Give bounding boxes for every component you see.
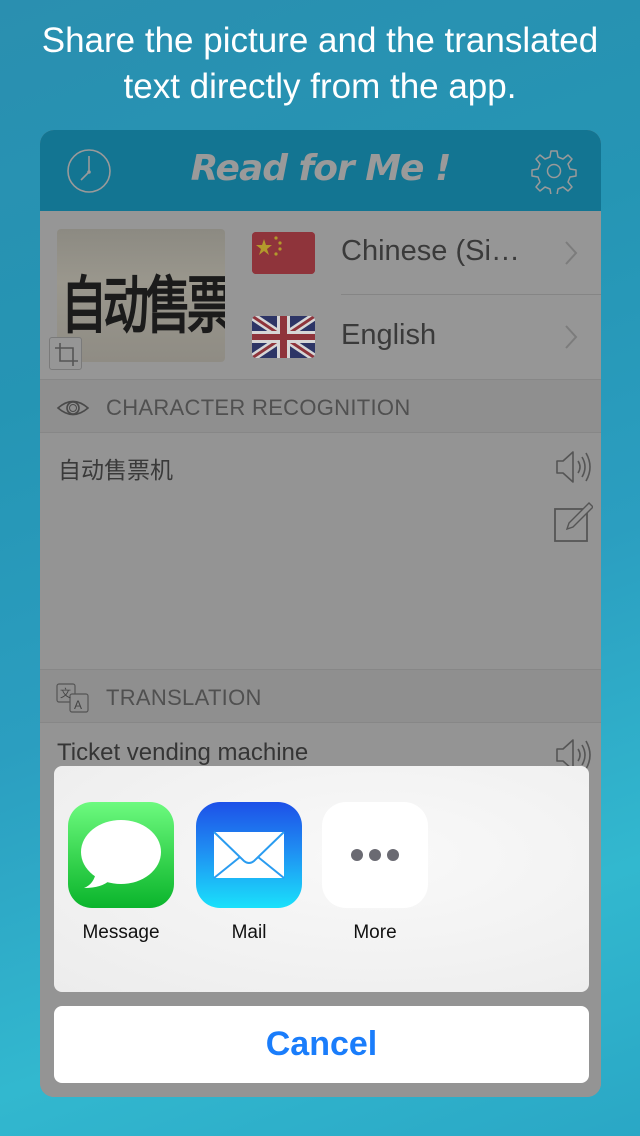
chevron-right-icon [565,241,578,265]
app-title: Read for Me ! [190,148,452,189]
recognition-text-area[interactable]: 自动售票机 [40,433,601,669]
edit-icon[interactable] [553,501,593,543]
crop-button[interactable] [49,337,82,370]
recognized-text: 自动售票机 [58,458,173,484]
mail-icon [196,802,302,908]
photo-text: 自动售票机 [61,269,225,343]
more-icon [322,802,428,908]
share-sheet: Message Mail More [54,766,589,992]
cancel-button[interactable]: Cancel [54,1006,589,1083]
translated-text: Ticket vending machine [57,739,309,766]
source-language-row[interactable]: Chinese (Si… [341,211,601,295]
recognition-label: CHARACTER RECOGNITION [106,395,411,420]
china-flag [252,232,315,274]
promo-line-2: text directly from the app. [123,67,517,106]
target-language-row[interactable]: English [341,295,601,379]
translate-icon: 文 A [56,683,89,713]
svg-text:A: A [74,698,82,712]
language-selector: 自动售票机 Chinese (Si… [40,211,601,379]
crop-icon [55,343,78,366]
eye-icon [56,400,90,416]
navbar: Read for Me ! [40,130,601,211]
share-message-label: Message [82,922,160,943]
svg-text:文: 文 [60,686,71,700]
promo-line-1: Share the picture and the translated [41,21,599,60]
message-icon [68,802,174,908]
share-message-button[interactable]: Message [68,802,174,944]
source-language-name: Chinese (Si… [341,235,520,267]
share-mail-button[interactable]: Mail [196,802,302,944]
target-language-name: English [341,319,437,351]
promo-caption: Share the picture and the translated tex… [0,18,640,110]
gear-icon[interactable] [531,148,577,194]
share-more-button[interactable]: More [322,802,428,944]
translation-label: TRANSLATION [106,685,262,710]
translation-header: 文 A TRANSLATION [40,669,601,723]
recognition-header: CHARACTER RECOGNITION [40,379,601,433]
share-more-label: More [353,922,397,943]
chevron-right-icon [565,325,578,349]
uk-flag [252,316,315,358]
speaker-icon[interactable] [553,449,593,485]
share-mail-label: Mail [231,922,267,943]
